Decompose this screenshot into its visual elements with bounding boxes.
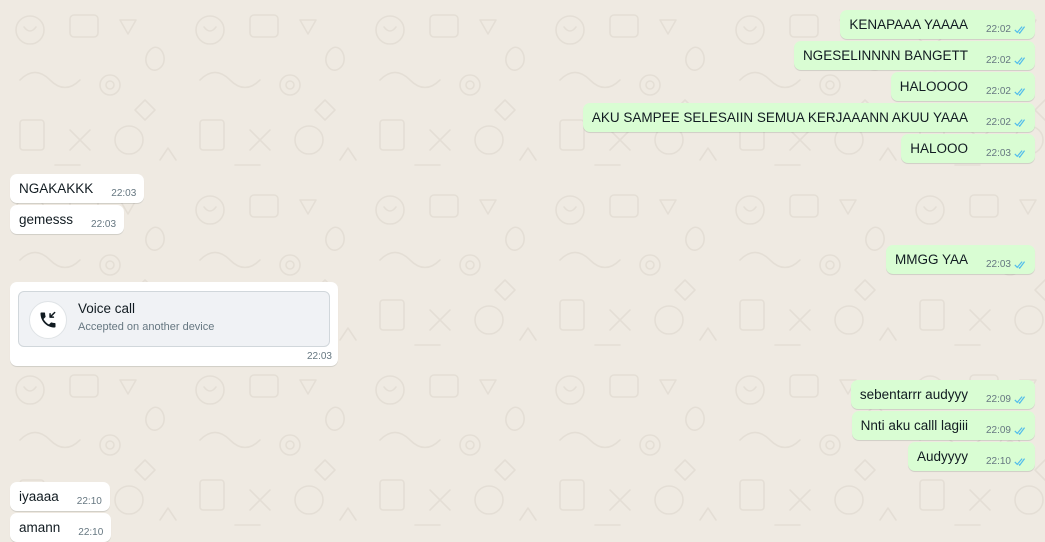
message-time: 22:03 bbox=[91, 219, 117, 230]
message-time: 22:02 bbox=[985, 55, 1011, 66]
message-time: 22:10 bbox=[985, 456, 1011, 467]
message-time: 22:02 bbox=[985, 117, 1011, 128]
call-subtitle: Accepted on another device bbox=[78, 321, 215, 333]
message-bubble[interactable]: AKU SAMPEE SELESAIIN SEMUA KERJAAANN AKU… bbox=[582, 103, 1035, 132]
message-bubble[interactable]: iyaaaa 22:10 bbox=[10, 482, 110, 511]
message-time: 22:02 bbox=[985, 86, 1011, 97]
message-text: NGAKAKKK bbox=[19, 181, 94, 196]
message-bubble[interactable]: sebentarrr audyyy 22:09 bbox=[850, 380, 1035, 409]
message-bubble[interactable]: amann 22:10 bbox=[10, 513, 112, 542]
double-check-icon bbox=[1014, 261, 1026, 269]
message-text: AKU SAMPEE SELESAIIN SEMUA KERJAAANN AKU… bbox=[591, 110, 968, 125]
message-meta: 22:02 bbox=[986, 23, 1027, 37]
call-title: Voice call bbox=[78, 301, 136, 316]
message-time: 22:02 bbox=[985, 24, 1011, 35]
message-text: KENAPAAA YAAAA bbox=[849, 17, 968, 32]
double-check-icon bbox=[1014, 458, 1026, 466]
voice-call-inner[interactable]: Voice call Accepted on another device bbox=[18, 291, 330, 347]
message-meta: 22:03 bbox=[986, 258, 1027, 272]
message-bubble[interactable]: Audyyyy 22:10 bbox=[907, 442, 1035, 471]
message-text: sebentarrr audyyy bbox=[859, 387, 968, 402]
double-check-icon bbox=[1014, 57, 1026, 65]
message-time: 22:10 bbox=[76, 496, 102, 507]
double-check-icon bbox=[1014, 396, 1026, 404]
message-meta: 22:10 bbox=[78, 526, 103, 540]
double-check-icon bbox=[1014, 88, 1026, 96]
message-bubble[interactable]: KENAPAAA YAAAA 22:02 bbox=[840, 10, 1035, 39]
message-meta: 22:03 bbox=[91, 218, 116, 232]
message-meta: 22:09 bbox=[986, 424, 1027, 438]
message-bubble[interactable]: NGESELINNNN BANGETT 22:02 bbox=[793, 41, 1035, 70]
message-bubble[interactable]: HALOOOO 22:02 bbox=[890, 72, 1035, 101]
message-meta: 22:10 bbox=[77, 495, 102, 509]
message-text: Nnti aku calll lagiii bbox=[860, 418, 968, 433]
message-bubble[interactable]: HALOOO 22:03 bbox=[901, 134, 1035, 163]
voice-call-card[interactable]: Voice call Accepted on another device 22… bbox=[10, 282, 338, 366]
message-meta: 22:09 bbox=[986, 393, 1027, 407]
message-time: 22:09 bbox=[985, 394, 1011, 405]
message-bubble[interactable]: NGAKAKKK 22:03 bbox=[10, 174, 145, 203]
message-meta: 22:10 bbox=[986, 455, 1027, 469]
message-meta: 22:03 bbox=[986, 147, 1027, 161]
incoming-call-icon bbox=[29, 301, 67, 339]
message-time: 22:03 bbox=[111, 188, 137, 199]
message-text: HALOOOO bbox=[899, 79, 968, 94]
message-time: 22:03 bbox=[985, 259, 1011, 270]
message-bubble[interactable]: gemesss 22:03 bbox=[10, 205, 125, 234]
message-time: 22:10 bbox=[78, 527, 104, 538]
message-meta: 22:02 bbox=[986, 116, 1027, 130]
message-list: KENAPAAA YAAAA 22:02 NGESELINNNN BANGETT 2… bbox=[0, 0, 1045, 542]
message-bubble[interactable]: MMGG YAA 22:03 bbox=[885, 245, 1035, 274]
message-text: MMGG YAA bbox=[894, 252, 968, 267]
message-time: 22:03 bbox=[985, 148, 1011, 159]
call-time: 22:03 bbox=[306, 351, 332, 362]
double-check-icon bbox=[1014, 119, 1026, 127]
message-text: amann bbox=[19, 520, 61, 535]
message-text: gemesss bbox=[19, 212, 74, 227]
message-meta: 22:02 bbox=[986, 54, 1027, 68]
double-check-icon bbox=[1014, 150, 1026, 158]
message-meta: 22:03 bbox=[111, 187, 136, 201]
message-text: Audyyyy bbox=[916, 449, 968, 464]
message-text: NGESELINNNN BANGETT bbox=[802, 48, 968, 63]
message-bubble[interactable]: Nnti aku calll lagiii 22:09 bbox=[851, 411, 1035, 440]
message-text: iyaaaa bbox=[19, 489, 59, 504]
message-time: 22:09 bbox=[985, 425, 1011, 436]
message-meta: 22:02 bbox=[986, 85, 1027, 99]
double-check-icon bbox=[1014, 26, 1026, 34]
double-check-icon bbox=[1014, 427, 1026, 435]
message-text: HALOOO bbox=[910, 141, 968, 156]
